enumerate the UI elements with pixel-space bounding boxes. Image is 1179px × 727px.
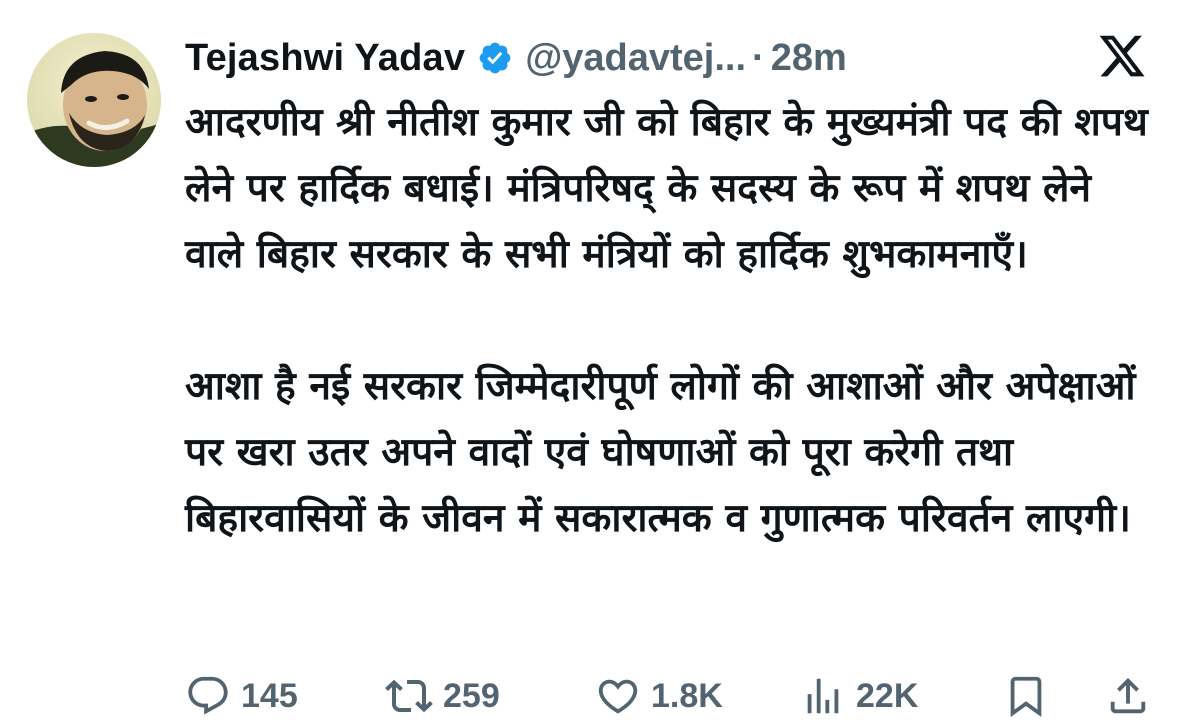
share-icon [1105, 673, 1151, 719]
retweet-count: 259 [443, 676, 500, 715]
tweet-header: Tejashwi Yadav @yadavtej... · 28m [185, 30, 847, 86]
retweet-button[interactable]: 259 [385, 668, 500, 724]
tweet-paragraph-1: आदरणीय श्री नीतीश कुमार जी को बिहार के म… [185, 100, 1148, 277]
verified-badge-icon [477, 40, 513, 76]
retweet-icon [385, 672, 433, 720]
like-button[interactable]: 1.8K [595, 668, 723, 724]
tweet-card[interactable]: Tejashwi Yadav @yadavtej... · 28m आदरणीय… [0, 0, 1179, 727]
x-logo-icon [1097, 31, 1147, 81]
separator-dot: · [752, 36, 765, 79]
share-button[interactable] [1105, 668, 1151, 724]
tweet-timestamp[interactable]: 28m [771, 37, 847, 80]
bookmark-button[interactable] [1003, 668, 1049, 724]
avatar[interactable] [27, 33, 161, 167]
author-handle[interactable]: @yadavtej... [525, 37, 746, 80]
tweet-actions-bar: 145 259 1.8K 22K [185, 668, 1155, 724]
like-icon [595, 673, 641, 719]
views-button[interactable]: 22K [800, 668, 918, 724]
tweet-text: आदरणीय श्री नीतीश कुमार जी को बिहार के म… [185, 90, 1160, 552]
tweet-paragraph-2: आशा है नई सरकार जिम्मेदारीपूर्ण लोगों की… [185, 364, 1136, 541]
like-count: 1.8K [651, 676, 723, 715]
views-count: 22K [856, 676, 919, 715]
reply-icon [185, 673, 231, 719]
views-icon [800, 673, 846, 719]
reply-count: 145 [241, 676, 298, 715]
reply-button[interactable]: 145 [185, 668, 298, 724]
bookmark-icon [1003, 673, 1049, 719]
author-name[interactable]: Tejashwi Yadav [185, 37, 465, 80]
